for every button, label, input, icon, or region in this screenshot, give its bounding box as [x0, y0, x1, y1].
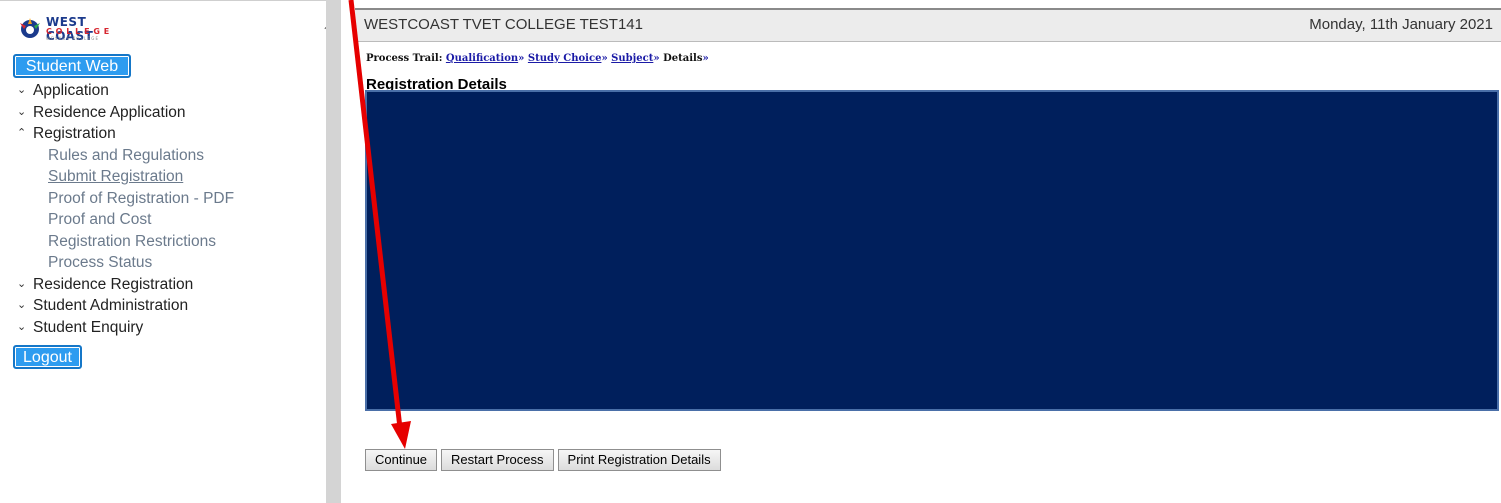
main-content: WESTCOAST TVET COLLEGE TEST141 Monday, 1… [355, 0, 1501, 503]
trail-current-details: Details [663, 53, 703, 64]
sidebar-item-application[interactable]: ⌄ Application [17, 80, 234, 102]
sidebar-scrollbar[interactable] [326, 0, 341, 503]
sidebar-item-label: Student Enquiry [33, 318, 144, 336]
sidebar: WEST COAST COLLEGE WESKUS KOLLEGE Studen… [0, 0, 326, 503]
sidebar-item-label: Application [33, 82, 109, 99]
trail-link-study-choice[interactable]: Study Choice [528, 53, 602, 64]
chevron-down-icon: ⌄ [17, 299, 27, 311]
chevron-down-icon: ⌄ [17, 320, 27, 333]
chevron-down-icon: ⌄ [17, 277, 27, 290]
sidebar-item-label: Registration [33, 125, 116, 142]
chevron-down-icon: ⌄ [17, 105, 27, 118]
sidebar-top-divider [0, 0, 326, 1]
chevron-down-icon: ⌄ [17, 84, 27, 96]
process-trail: Process Trail: Qualification» Study Choi… [366, 53, 709, 64]
trail-separator: » [653, 53, 660, 64]
process-trail-label: Process Trail: [366, 53, 443, 64]
logo-emblem-icon [20, 18, 40, 38]
chevron-up-icon: ⌃ [17, 127, 27, 139]
sidebar-subitem-proof-of-registration-pdf[interactable]: Proof of Registration - PDF [33, 188, 234, 210]
action-buttons: Continue Restart Process Print Registrat… [365, 449, 721, 471]
continue-button[interactable]: Continue [365, 449, 438, 471]
trail-separator: » [518, 53, 525, 64]
college-logo[interactable]: WEST COAST COLLEGE WESKUS KOLLEGE [13, 14, 137, 43]
student-web-button[interactable]: Student Web [13, 54, 131, 78]
print-registration-details-button[interactable]: Print Registration Details [557, 449, 721, 471]
sidebar-subitem-proof-and-cost[interactable]: Proof and Cost [33, 209, 234, 231]
sidebar-nav: ⌄ Application ⌄ Residence Application ⌃ … [17, 80, 234, 339]
trail-separator: » [601, 53, 608, 64]
logo-text-bottom: WESKUS KOLLEGE [46, 36, 100, 41]
sidebar-item-residence-application[interactable]: ⌄ Residence Application [17, 102, 234, 124]
sidebar-item-student-enquiry[interactable]: ⌄ Student Enquiry [17, 317, 234, 339]
logout-button[interactable]: Logout [13, 345, 82, 369]
sidebar-subitem-process-status[interactable]: Process Status [33, 252, 234, 274]
logo-text-middle: COLLEGE [46, 27, 113, 36]
trail-separator: » [702, 53, 709, 64]
sidebar-subitem-registration-restrictions[interactable]: Registration Restrictions [33, 231, 234, 253]
sidebar-item-label: Residence Application [33, 103, 186, 121]
title-bar: WESTCOAST TVET COLLEGE TEST141 Monday, 1… [355, 8, 1501, 42]
sidebar-subitem-rules-and-regulations[interactable]: Rules and Regulations [33, 145, 234, 167]
restart-process-button[interactable]: Restart Process [441, 449, 554, 471]
app-title: WESTCOAST TVET COLLEGE TEST141 [364, 16, 643, 33]
trail-link-subject[interactable]: Subject [611, 53, 653, 64]
sidebar-item-student-administration[interactable]: ⌄ Student Administration [17, 295, 234, 317]
sidebar-subitem-submit-registration[interactable]: Submit Registration [33, 166, 234, 188]
current-date: Monday, 11th January 2021 [1309, 16, 1493, 33]
sidebar-item-label: Student Administration [33, 297, 189, 314]
sidebar-item-residence-registration[interactable]: ⌄ Residence Registration [17, 274, 234, 296]
sidebar-item-registration[interactable]: ⌃ Registration [17, 123, 234, 145]
trail-link-qualification[interactable]: Qualification [446, 53, 518, 64]
registration-details-panel [365, 90, 1499, 411]
sidebar-item-label: Residence Registration [33, 275, 194, 293]
